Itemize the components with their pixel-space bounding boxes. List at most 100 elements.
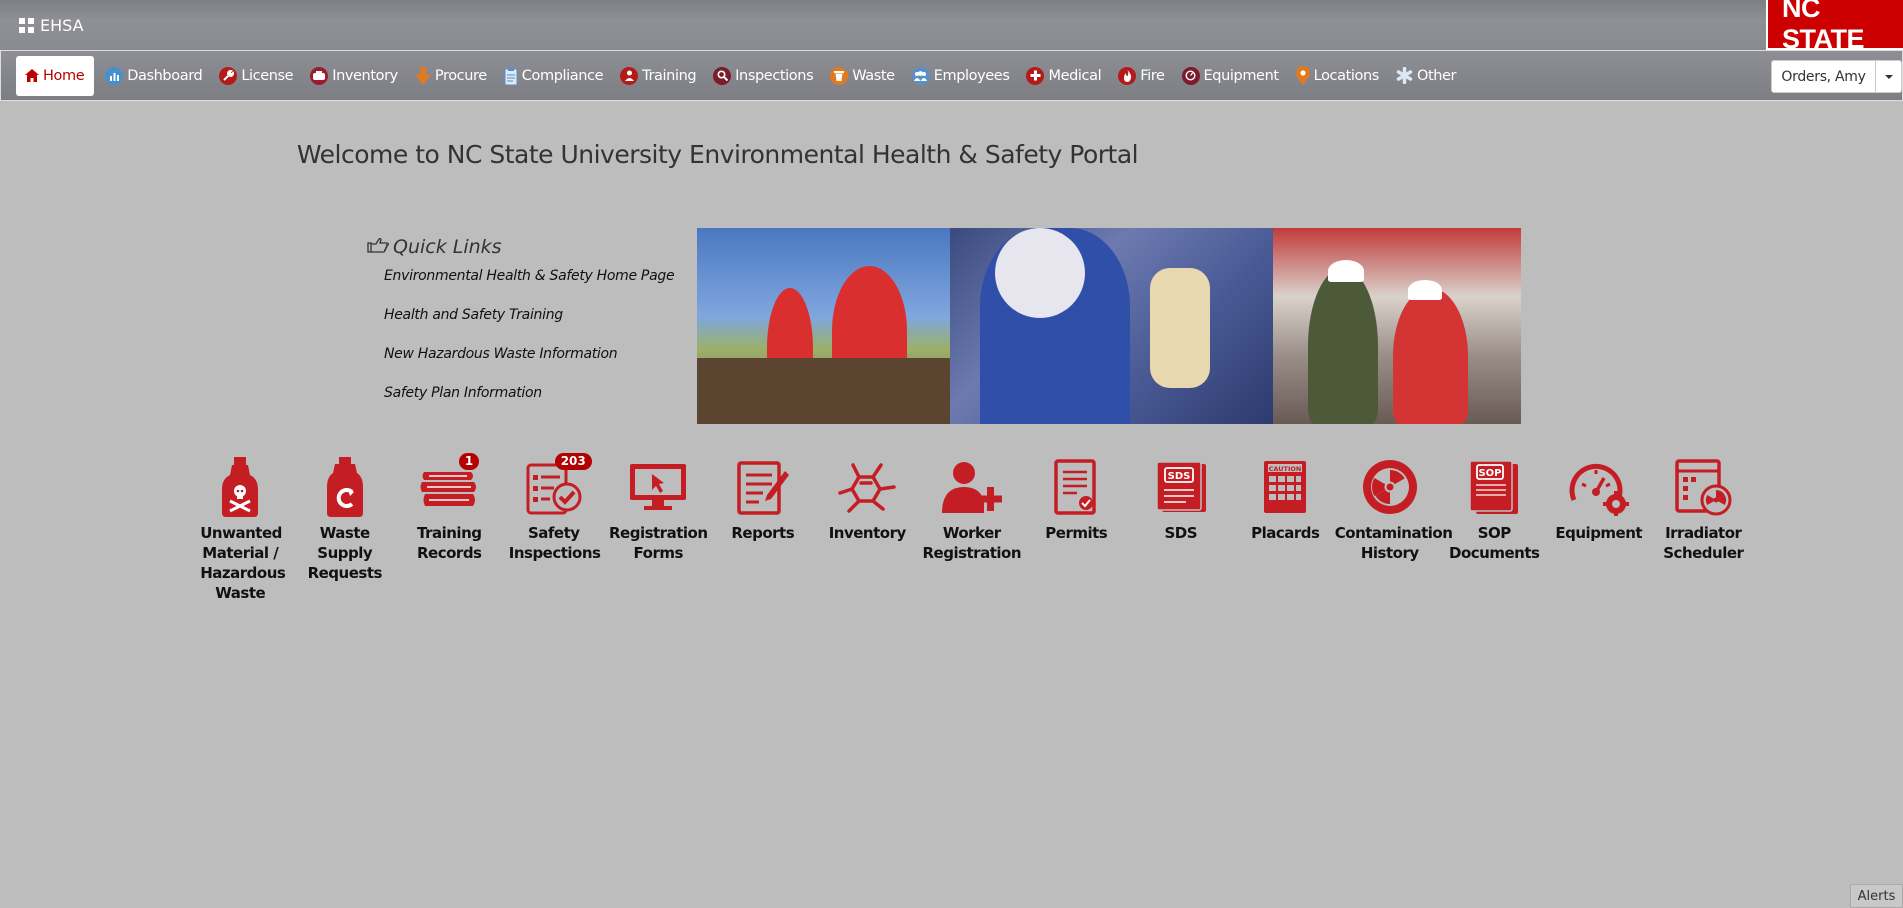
- tile-label: Equipment: [1555, 524, 1643, 542]
- waste-supply-jug-icon: [313, 455, 377, 519]
- nav-equipment[interactable]: Equipment: [1174, 56, 1288, 96]
- tile-reports[interactable]: Reports: [711, 455, 816, 603]
- welcome-text: Welcome to NC State University Environme…: [296, 140, 1139, 169]
- banner-images: [697, 228, 1521, 424]
- asterisk-icon: [1396, 67, 1413, 84]
- quick-link-hazardous-waste[interactable]: New Hazardous Waste Information: [384, 346, 687, 385]
- tile-unwanted-material[interactable]: Unwanted Material / Hazardous Waste: [188, 455, 293, 603]
- nav-fire[interactable]: Fire: [1110, 56, 1173, 96]
- tile-permits[interactable]: Permits: [1024, 455, 1129, 603]
- tile-label: Irradiator Scheduler: [1663, 524, 1744, 562]
- quick-link-training[interactable]: Health and Safety Training: [384, 307, 687, 346]
- training-records-icon: 1: [417, 453, 481, 519]
- nav-procure-label: Procure: [434, 67, 487, 84]
- tile-placards[interactable]: CAUTION Placards: [1233, 455, 1338, 603]
- reports-icon: [731, 455, 795, 519]
- nav-waste-label: Waste: [852, 67, 895, 84]
- tile-label: SDS: [1164, 524, 1198, 542]
- top-bar: EHSA NC STATE: [0, 0, 1903, 54]
- welcome-heading: Welcome to NC State University Environme…: [0, 140, 1435, 169]
- tile-contamination-history[interactable]: Contamination History: [1334, 455, 1453, 603]
- radiation-icon: [1358, 455, 1422, 519]
- pointing-hand-icon: [367, 237, 389, 258]
- magnifier-icon: [713, 66, 732, 85]
- tile-label: Unwanted Material / Hazardous Waste: [200, 524, 286, 602]
- tile-label: Waste Supply Requests: [307, 524, 383, 582]
- medical-cross-icon: [1026, 66, 1045, 85]
- procure-arrow-icon: [414, 66, 431, 85]
- quick-link-ehs-home[interactable]: Environmental Health & Safety Home Page: [384, 268, 687, 307]
- tile-sds[interactable]: SDS SDS: [1129, 455, 1234, 603]
- tile-inventory[interactable]: Inventory: [815, 455, 920, 603]
- tile-label: Worker Registration: [922, 524, 1022, 562]
- nav-other[interactable]: Other: [1388, 56, 1465, 96]
- sds-icon: SDS: [1149, 455, 1213, 519]
- trash-icon: [830, 66, 849, 85]
- nav-employees[interactable]: Employees: [904, 56, 1019, 96]
- banner-photo-lab: [950, 228, 1273, 424]
- tile-training-records[interactable]: 1 Training Records: [397, 453, 502, 603]
- tile-registration-forms[interactable]: Registration Forms: [606, 455, 711, 603]
- tile-equipment[interactable]: Equipment: [1547, 455, 1652, 603]
- nav-license[interactable]: License: [211, 56, 302, 96]
- tile-label: Permits: [1045, 524, 1108, 542]
- main-nav: Home Dashboard License Inventory Procure…: [0, 50, 1903, 101]
- nav-training-label: Training: [642, 67, 697, 84]
- tile-label: SOP Documents: [1449, 524, 1540, 562]
- tile-safety-inspections[interactable]: 203 Safety Inspections: [502, 453, 607, 603]
- nav-home[interactable]: Home: [16, 55, 95, 96]
- app-tiles: Unwanted Material / Hazardous Waste Wast…: [188, 453, 1756, 603]
- clipboard-icon: [504, 66, 518, 85]
- app-brand[interactable]: EHSA: [19, 16, 84, 35]
- tile-label: Reports: [731, 524, 795, 542]
- quick-links-title-text: Quick Links: [393, 236, 502, 258]
- banner-photo-workshop: [1273, 228, 1521, 424]
- tile-irradiator-scheduler[interactable]: Irradiator Scheduler: [1651, 455, 1756, 603]
- quick-links-panel: Quick Links Environmental Health & Safet…: [367, 236, 687, 424]
- safety-inspections-badge: 203: [554, 453, 592, 470]
- nav-dashboard-label: Dashboard: [127, 67, 203, 84]
- equipment-icon: [1181, 66, 1200, 85]
- alerts-button[interactable]: Alerts: [1850, 884, 1903, 908]
- nav-inspections[interactable]: Inspections: [705, 56, 822, 96]
- svg-text:CAUTION: CAUTION: [1269, 465, 1302, 473]
- registration-monitor-icon: [626, 455, 690, 519]
- tile-label: Registration Forms: [608, 524, 708, 562]
- employees-icon: [911, 66, 930, 85]
- nav-training[interactable]: Training: [612, 56, 705, 96]
- app-grid-icon: [19, 17, 34, 33]
- nav-other-label: Other: [1416, 67, 1457, 84]
- nav-medical[interactable]: Medical: [1018, 56, 1110, 96]
- nav-license-label: License: [241, 67, 294, 84]
- home-icon: [25, 69, 39, 82]
- tile-label: Placards: [1251, 524, 1320, 542]
- nav-procure[interactable]: Procure: [407, 56, 496, 96]
- nav-fire-label: Fire: [1140, 67, 1165, 84]
- inventory-icon: [310, 66, 329, 85]
- nav-waste[interactable]: Waste: [822, 56, 903, 96]
- nav-compliance[interactable]: Compliance: [496, 56, 612, 96]
- nav-locations[interactable]: Locations: [1288, 56, 1388, 96]
- user-menu-toggle[interactable]: [1876, 60, 1902, 93]
- app-title: EHSA: [40, 15, 84, 35]
- nc-state-logo[interactable]: NC STATE: [1766, 0, 1903, 54]
- nav-dashboard[interactable]: Dashboard: [97, 56, 211, 96]
- nav-inspections-label: Inspections: [735, 67, 814, 84]
- fire-icon: [1118, 66, 1137, 85]
- nav-equipment-label: Equipment: [1203, 67, 1280, 84]
- nav-inventory-label: Inventory: [332, 67, 398, 84]
- tile-worker-registration[interactable]: Worker Registration: [920, 455, 1025, 603]
- user-menu: Orders, Amy: [1771, 60, 1902, 93]
- placards-icon: CAUTION: [1253, 455, 1317, 519]
- user-name-button[interactable]: Orders, Amy: [1771, 60, 1876, 93]
- nav-inventory[interactable]: Inventory: [302, 56, 407, 96]
- molecule-icon: [835, 455, 899, 519]
- tile-sop-documents[interactable]: SOP SOP Documents: [1442, 455, 1547, 603]
- quick-link-safety-plan[interactable]: Safety Plan Information: [384, 385, 687, 424]
- training-records-badge: 1: [458, 453, 480, 470]
- sop-icon: SOP: [1462, 455, 1526, 519]
- svg-text:SDS: SDS: [1167, 471, 1190, 482]
- tile-label: Contamination History: [1334, 524, 1453, 562]
- quick-links-title: Quick Links: [367, 236, 687, 258]
- tile-waste-supply[interactable]: Waste Supply Requests: [293, 455, 398, 603]
